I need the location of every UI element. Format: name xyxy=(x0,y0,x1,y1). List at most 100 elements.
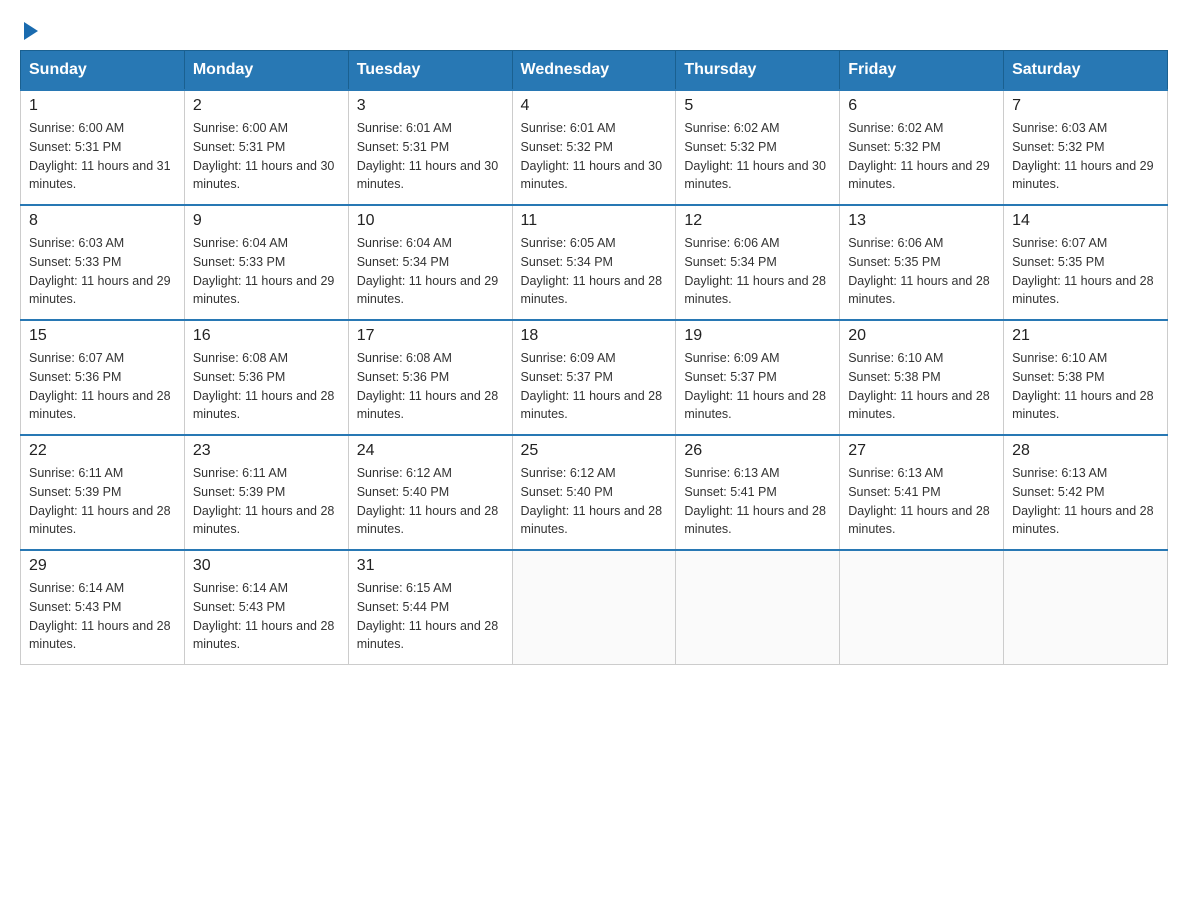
day-info: Sunrise: 6:10 AM Sunset: 5:38 PM Dayligh… xyxy=(1012,349,1159,424)
sunrise-label: Sunrise: 6:10 AM xyxy=(848,351,943,365)
sunset-label: Sunset: 5:32 PM xyxy=(521,140,613,154)
calendar-cell: 23 Sunrise: 6:11 AM Sunset: 5:39 PM Dayl… xyxy=(184,435,348,550)
daylight-label: Daylight: 11 hours and 29 minutes. xyxy=(193,274,335,307)
daylight-label: Daylight: 11 hours and 30 minutes. xyxy=(684,159,826,192)
sunrise-label: Sunrise: 6:00 AM xyxy=(29,121,124,135)
calendar-cell: 9 Sunrise: 6:04 AM Sunset: 5:33 PM Dayli… xyxy=(184,205,348,320)
sunset-label: Sunset: 5:40 PM xyxy=(357,485,449,499)
day-info: Sunrise: 6:02 AM Sunset: 5:32 PM Dayligh… xyxy=(848,119,995,194)
day-number: 28 xyxy=(1012,442,1159,460)
sunrise-label: Sunrise: 6:14 AM xyxy=(193,581,288,595)
day-info: Sunrise: 6:04 AM Sunset: 5:34 PM Dayligh… xyxy=(357,234,504,309)
calendar-cell: 12 Sunrise: 6:06 AM Sunset: 5:34 PM Dayl… xyxy=(676,205,840,320)
page-header xyxy=(20,20,1168,34)
day-number: 4 xyxy=(521,97,668,115)
calendar-cell: 13 Sunrise: 6:06 AM Sunset: 5:35 PM Dayl… xyxy=(840,205,1004,320)
sunset-label: Sunset: 5:38 PM xyxy=(1012,370,1104,384)
day-info: Sunrise: 6:09 AM Sunset: 5:37 PM Dayligh… xyxy=(521,349,668,424)
calendar-cell: 20 Sunrise: 6:10 AM Sunset: 5:38 PM Dayl… xyxy=(840,320,1004,435)
day-number: 26 xyxy=(684,442,831,460)
sunrise-label: Sunrise: 6:03 AM xyxy=(1012,121,1107,135)
sunrise-label: Sunrise: 6:12 AM xyxy=(521,466,616,480)
calendar-week-5: 29 Sunrise: 6:14 AM Sunset: 5:43 PM Dayl… xyxy=(21,550,1168,665)
daylight-label: Daylight: 11 hours and 28 minutes. xyxy=(193,619,335,652)
daylight-label: Daylight: 11 hours and 28 minutes. xyxy=(193,504,335,537)
days-of-week-row: SundayMondayTuesdayWednesdayThursdayFrid… xyxy=(21,51,1168,91)
day-info: Sunrise: 6:13 AM Sunset: 5:41 PM Dayligh… xyxy=(684,464,831,539)
day-info: Sunrise: 6:07 AM Sunset: 5:36 PM Dayligh… xyxy=(29,349,176,424)
calendar-week-4: 22 Sunrise: 6:11 AM Sunset: 5:39 PM Dayl… xyxy=(21,435,1168,550)
daylight-label: Daylight: 11 hours and 28 minutes. xyxy=(357,619,499,652)
day-info: Sunrise: 6:08 AM Sunset: 5:36 PM Dayligh… xyxy=(357,349,504,424)
day-info: Sunrise: 6:13 AM Sunset: 5:41 PM Dayligh… xyxy=(848,464,995,539)
daylight-label: Daylight: 11 hours and 30 minutes. xyxy=(193,159,335,192)
sunset-label: Sunset: 5:34 PM xyxy=(521,255,613,269)
day-number: 29 xyxy=(29,557,176,575)
sunrise-label: Sunrise: 6:08 AM xyxy=(193,351,288,365)
sunset-label: Sunset: 5:31 PM xyxy=(193,140,285,154)
day-of-week-saturday: Saturday xyxy=(1004,51,1168,91)
calendar-cell xyxy=(512,550,676,665)
daylight-label: Daylight: 11 hours and 28 minutes. xyxy=(29,619,171,652)
daylight-label: Daylight: 11 hours and 28 minutes. xyxy=(357,389,499,422)
sunset-label: Sunset: 5:41 PM xyxy=(848,485,940,499)
sunrise-label: Sunrise: 6:04 AM xyxy=(357,236,452,250)
sunrise-label: Sunrise: 6:04 AM xyxy=(193,236,288,250)
sunrise-label: Sunrise: 6:13 AM xyxy=(684,466,779,480)
day-info: Sunrise: 6:10 AM Sunset: 5:38 PM Dayligh… xyxy=(848,349,995,424)
sunset-label: Sunset: 5:38 PM xyxy=(848,370,940,384)
calendar-cell: 24 Sunrise: 6:12 AM Sunset: 5:40 PM Dayl… xyxy=(348,435,512,550)
sunset-label: Sunset: 5:35 PM xyxy=(848,255,940,269)
daylight-label: Daylight: 11 hours and 28 minutes. xyxy=(848,504,990,537)
day-info: Sunrise: 6:14 AM Sunset: 5:43 PM Dayligh… xyxy=(29,579,176,654)
sunset-label: Sunset: 5:37 PM xyxy=(521,370,613,384)
day-info: Sunrise: 6:09 AM Sunset: 5:37 PM Dayligh… xyxy=(684,349,831,424)
sunrise-label: Sunrise: 6:11 AM xyxy=(29,466,123,480)
daylight-label: Daylight: 11 hours and 28 minutes. xyxy=(29,389,171,422)
daylight-label: Daylight: 11 hours and 28 minutes. xyxy=(521,274,663,307)
sunset-label: Sunset: 5:32 PM xyxy=(1012,140,1104,154)
calendar-week-3: 15 Sunrise: 6:07 AM Sunset: 5:36 PM Dayl… xyxy=(21,320,1168,435)
daylight-label: Daylight: 11 hours and 28 minutes. xyxy=(848,389,990,422)
sunset-label: Sunset: 5:39 PM xyxy=(29,485,121,499)
calendar-cell: 18 Sunrise: 6:09 AM Sunset: 5:37 PM Dayl… xyxy=(512,320,676,435)
sunset-label: Sunset: 5:43 PM xyxy=(29,600,121,614)
calendar-cell: 26 Sunrise: 6:13 AM Sunset: 5:41 PM Dayl… xyxy=(676,435,840,550)
daylight-label: Daylight: 11 hours and 28 minutes. xyxy=(1012,274,1154,307)
day-number: 3 xyxy=(357,97,504,115)
day-number: 11 xyxy=(521,212,668,230)
day-number: 13 xyxy=(848,212,995,230)
calendar-cell: 2 Sunrise: 6:00 AM Sunset: 5:31 PM Dayli… xyxy=(184,90,348,205)
calendar-cell: 25 Sunrise: 6:12 AM Sunset: 5:40 PM Dayl… xyxy=(512,435,676,550)
day-info: Sunrise: 6:08 AM Sunset: 5:36 PM Dayligh… xyxy=(193,349,340,424)
daylight-label: Daylight: 11 hours and 28 minutes. xyxy=(684,504,826,537)
day-number: 30 xyxy=(193,557,340,575)
day-number: 16 xyxy=(193,327,340,345)
calendar-cell: 21 Sunrise: 6:10 AM Sunset: 5:38 PM Dayl… xyxy=(1004,320,1168,435)
day-info: Sunrise: 6:12 AM Sunset: 5:40 PM Dayligh… xyxy=(521,464,668,539)
calendar-cell: 27 Sunrise: 6:13 AM Sunset: 5:41 PM Dayl… xyxy=(840,435,1004,550)
day-info: Sunrise: 6:03 AM Sunset: 5:33 PM Dayligh… xyxy=(29,234,176,309)
day-number: 23 xyxy=(193,442,340,460)
calendar-cell: 15 Sunrise: 6:07 AM Sunset: 5:36 PM Dayl… xyxy=(21,320,185,435)
day-info: Sunrise: 6:00 AM Sunset: 5:31 PM Dayligh… xyxy=(29,119,176,194)
calendar-cell: 4 Sunrise: 6:01 AM Sunset: 5:32 PM Dayli… xyxy=(512,90,676,205)
day-number: 19 xyxy=(684,327,831,345)
day-number: 31 xyxy=(357,557,504,575)
day-number: 24 xyxy=(357,442,504,460)
calendar-cell: 11 Sunrise: 6:05 AM Sunset: 5:34 PM Dayl… xyxy=(512,205,676,320)
calendar-cell: 3 Sunrise: 6:01 AM Sunset: 5:31 PM Dayli… xyxy=(348,90,512,205)
day-info: Sunrise: 6:03 AM Sunset: 5:32 PM Dayligh… xyxy=(1012,119,1159,194)
calendar-cell: 6 Sunrise: 6:02 AM Sunset: 5:32 PM Dayli… xyxy=(840,90,1004,205)
sunset-label: Sunset: 5:34 PM xyxy=(357,255,449,269)
sunset-label: Sunset: 5:44 PM xyxy=(357,600,449,614)
day-info: Sunrise: 6:11 AM Sunset: 5:39 PM Dayligh… xyxy=(29,464,176,539)
day-number: 27 xyxy=(848,442,995,460)
daylight-label: Daylight: 11 hours and 28 minutes. xyxy=(29,504,171,537)
sunset-label: Sunset: 5:36 PM xyxy=(29,370,121,384)
calendar-cell: 29 Sunrise: 6:14 AM Sunset: 5:43 PM Dayl… xyxy=(21,550,185,665)
sunrise-label: Sunrise: 6:02 AM xyxy=(848,121,943,135)
sunrise-label: Sunrise: 6:09 AM xyxy=(684,351,779,365)
day-info: Sunrise: 6:07 AM Sunset: 5:35 PM Dayligh… xyxy=(1012,234,1159,309)
day-number: 8 xyxy=(29,212,176,230)
